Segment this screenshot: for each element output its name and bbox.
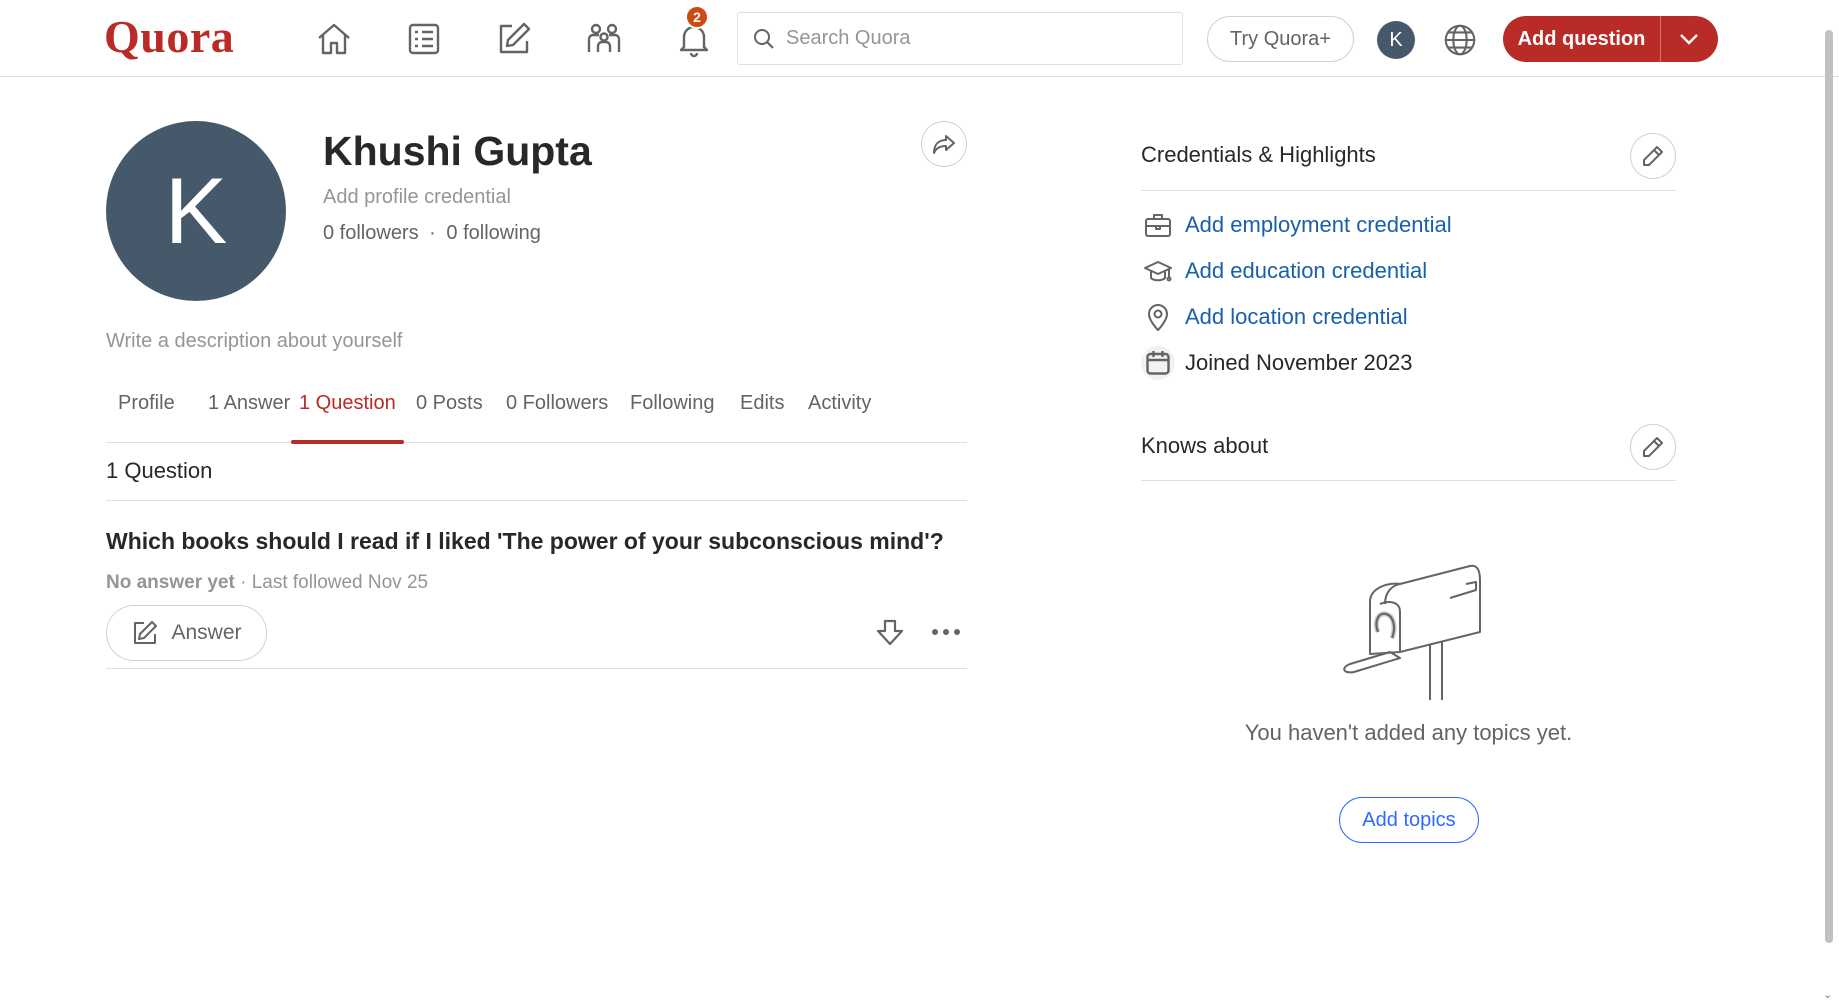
answer-pencil-icon[interactable] (487, 14, 541, 64)
answer-button[interactable]: Answer (106, 605, 267, 661)
employment-credential-row[interactable]: Add employment credential (1141, 207, 1452, 243)
tab-answers[interactable]: 1 Answer (200, 392, 298, 442)
separator-dot: · (429, 222, 436, 244)
edit-pencil-icon (1643, 146, 1663, 166)
answer-status: No answer yet (106, 572, 235, 593)
joined-date-row: Joined November 2023 (1141, 345, 1412, 381)
tab-questions[interactable]: 1 Question (291, 392, 404, 444)
tab-following[interactable]: Following (622, 392, 722, 442)
empty-mailbox-illustration (1343, 564, 1481, 700)
scroll-down-arrow-icon[interactable]: ⌄ (1823, 988, 1835, 1001)
location-credential-row[interactable]: Add location credential (1141, 299, 1408, 335)
add-education-credential-link[interactable]: Add education credential (1185, 258, 1427, 284)
last-followed-text: · Last followed Nov 25 (234, 572, 429, 593)
followers-count-link[interactable]: 0 followers (323, 222, 419, 244)
search-icon (754, 28, 774, 49)
divider (1141, 480, 1676, 481)
edit-credentials-button[interactable] (1630, 133, 1676, 179)
try-quora-plus-button[interactable]: Try Quora+ (1207, 16, 1354, 62)
tab-posts[interactable]: 0 Posts (408, 392, 491, 442)
edit-knows-about-button[interactable] (1630, 424, 1676, 470)
notification-count-badge: 2 (685, 5, 709, 29)
no-topics-message: You haven't added any topics yet. (1244, 720, 1573, 745)
add-question-label[interactable]: Add question (1503, 16, 1661, 62)
add-topics-button[interactable]: Add topics (1339, 797, 1479, 843)
answer-button-label: Answer (171, 621, 242, 644)
divider (106, 500, 967, 501)
graduation-cap-icon (1141, 254, 1175, 288)
following-feed-icon[interactable] (397, 14, 451, 64)
share-profile-button[interactable] (921, 121, 967, 167)
header-avatar[interactable]: K (1377, 21, 1415, 59)
more-options-icon[interactable] (926, 612, 966, 652)
profile-name: Khushi Gupta (323, 128, 592, 174)
add-location-credential-link[interactable]: Add location credential (1185, 304, 1408, 330)
tab-activity[interactable]: Activity (800, 392, 879, 442)
questions-heading: 1 Question (106, 458, 213, 483)
add-profile-credential-link[interactable]: Add profile credential (323, 186, 511, 209)
quora-logo[interactable]: Quora (104, 10, 234, 63)
question-title-link[interactable]: Which books should I read if I liked 'Th… (106, 528, 976, 555)
follow-counts: 0 followers · 0 following (323, 222, 541, 245)
edit-pencil-icon (1643, 437, 1663, 457)
tab-profile[interactable]: Profile (110, 392, 183, 442)
knows-about-heading: Knows about (1141, 433, 1269, 458)
page-scrollbar[interactable] (1825, 30, 1833, 943)
profile-avatar[interactable]: K (106, 121, 286, 301)
joined-date-text: Joined November 2023 (1185, 350, 1413, 375)
add-employment-credential-link[interactable]: Add employment credential (1185, 212, 1452, 238)
divider (106, 668, 967, 669)
spaces-icon[interactable] (577, 14, 631, 64)
calendar-icon (1141, 346, 1175, 380)
briefcase-icon (1141, 208, 1175, 242)
share-arrow-icon (933, 135, 955, 154)
education-credential-row[interactable]: Add education credential (1141, 253, 1427, 289)
top-navbar: Quora 2 Try Quora+ K Add question (0, 0, 1839, 77)
downvote-icon[interactable] (870, 612, 910, 652)
chevron-down-icon[interactable] (1661, 16, 1717, 62)
profile-tabs: Profile 1 Answer 1 Question 0 Posts 0 Fo… (106, 384, 967, 444)
location-pin-icon (1141, 300, 1175, 334)
tab-followers[interactable]: 0 Followers (498, 392, 616, 442)
description-placeholder[interactable]: Write a description about yourself (106, 330, 402, 353)
answer-pencil-icon (134, 621, 158, 644)
language-globe-icon[interactable] (1438, 18, 1482, 62)
credentials-heading: Credentials & Highlights (1141, 142, 1376, 167)
home-icon[interactable] (307, 14, 361, 64)
search-input[interactable] (786, 27, 1166, 50)
divider (1141, 190, 1676, 191)
following-count-link[interactable]: 0 following (446, 222, 541, 244)
tab-edits[interactable]: Edits (732, 392, 792, 442)
search-box[interactable] (737, 12, 1183, 65)
question-meta: No answer yet · Last followed Nov 25 (106, 572, 428, 594)
calendar-icon-wrap (1141, 346, 1175, 380)
add-question-button[interactable]: Add question (1503, 16, 1718, 62)
